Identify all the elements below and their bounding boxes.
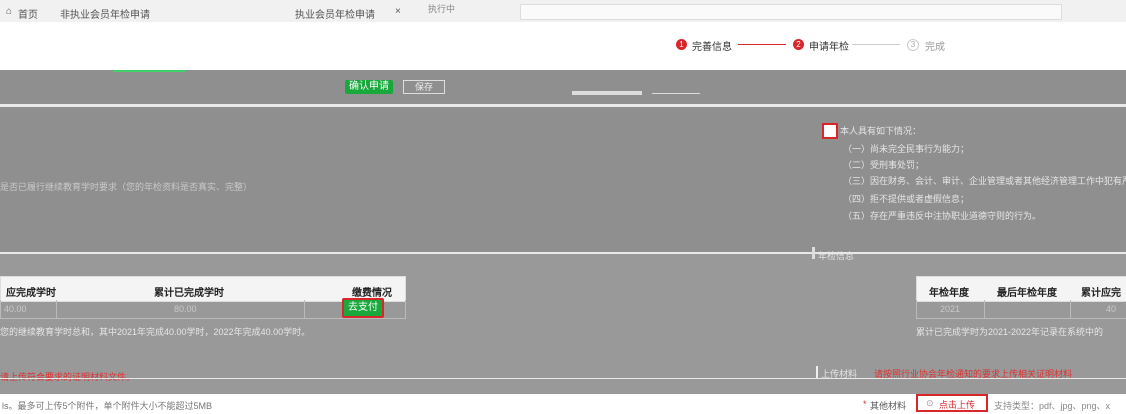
divider xyxy=(0,252,1126,254)
table-cell: 2021 xyxy=(940,304,961,314)
left-table-note: 您的继续教育学时总和，其中2021年完成40.00学时，2022年完成40.00… xyxy=(0,327,311,337)
step-connector xyxy=(738,44,786,45)
cell-divider xyxy=(1070,300,1071,318)
step-2-dot: 2 xyxy=(793,39,804,50)
status-pill: 执行中 xyxy=(428,4,456,14)
section-marker xyxy=(816,366,818,378)
divider xyxy=(652,93,700,94)
table-cell: 80.00 xyxy=(174,304,197,314)
step-3-label: 完成 xyxy=(925,42,945,53)
other-materials-label: 其他材料 xyxy=(870,401,907,411)
cell-divider xyxy=(304,300,305,318)
declaration-item: （三）因在财务、会计、审计、企业管理或者其他经济管理工作中犯有严重错误 xyxy=(843,176,1126,186)
column-header: 最后年检年度 xyxy=(997,288,1057,299)
stepper: 1 完善信息 2 申请年检 3 完成 xyxy=(0,22,1126,70)
tab-nonpractice-annual[interactable]: 非执业会员年检申请 xyxy=(60,6,150,21)
column-header: 累计应完 xyxy=(1081,288,1121,299)
upload-icon: ⊙ xyxy=(926,398,934,408)
overlay-band xyxy=(0,70,1126,107)
annual-info-title: 年检信息 xyxy=(818,251,855,261)
declaration-item: （四）拒不提供或者虚假信息； xyxy=(843,194,970,204)
cell-divider xyxy=(984,300,985,318)
declaration-item: （五）存在严重违反中注协职业道德守则的行为。 xyxy=(843,211,1042,221)
address-field[interactable] xyxy=(520,4,1062,20)
upload-button-label: 点击上传 xyxy=(939,400,976,410)
tab-practice-annual[interactable]: 执业会员年检申请 xyxy=(295,6,375,21)
table-cell: 40.00 xyxy=(4,304,27,314)
section-marker xyxy=(812,247,815,259)
footer-upload-limit: ls。最多可上传5个附件，单个附件大小不能超过5MB xyxy=(2,401,213,411)
pay-button[interactable]: 去支付 xyxy=(342,298,384,318)
column-header: 年检年度 xyxy=(929,288,969,299)
cell-divider xyxy=(56,300,57,318)
column-header: 累计已完成学时 xyxy=(154,288,224,299)
step-connector xyxy=(852,44,900,45)
save-button[interactable]: 保存 xyxy=(403,80,445,94)
left-question: 是否已履行继续教育学时要求（您的年检资料是否真实、完整） xyxy=(0,182,253,192)
column-header: 应完成学时 xyxy=(6,288,56,299)
upload-section-tip: 请按照行业协会年检通知的要求上传相关证明材料 xyxy=(874,369,1073,379)
right-table-note: 累计已完成学时为2021-2022年记录在系统中的 xyxy=(916,327,1104,337)
declaration-heading: 本人具有如下情况： xyxy=(840,126,922,136)
progress-bar xyxy=(572,91,642,95)
declaration-item: （一）尚未完全民事行为能力； xyxy=(843,144,970,154)
confirm-button[interactable]: 确认申请 xyxy=(345,80,393,94)
supported-types: 支持类型：pdf、jpg、png、x xyxy=(994,401,1111,411)
declaration-checkbox[interactable] xyxy=(822,123,838,139)
required-mark: * xyxy=(863,399,867,409)
step-2-label: 申请年检 xyxy=(809,42,849,53)
step-1-dot: 1 xyxy=(676,39,687,50)
close-tab-icon[interactable]: × xyxy=(395,6,401,17)
tab-bar: ⌂ 首页 非执业会员年检申请 执业会员年检申请 × 执行中 xyxy=(0,0,1126,23)
declaration-item: （二）受刑事处罚； xyxy=(843,160,925,170)
tab-home[interactable]: 首页 xyxy=(18,6,38,21)
green-highlight xyxy=(113,70,185,72)
home-icon[interactable]: ⌂ xyxy=(6,6,12,17)
left-upload-tip: 请上传符合要求的证明材料文件。 xyxy=(0,372,136,382)
step-1-label: 完善信息 xyxy=(692,42,732,53)
column-header: 缴费情况 xyxy=(352,288,392,299)
upload-section-title: 上传材料 xyxy=(821,369,858,379)
upload-button[interactable]: ⊙ 点击上传 xyxy=(916,394,988,412)
table-cell: 40 xyxy=(1106,304,1117,314)
step-3-dot: 3 xyxy=(907,39,919,51)
